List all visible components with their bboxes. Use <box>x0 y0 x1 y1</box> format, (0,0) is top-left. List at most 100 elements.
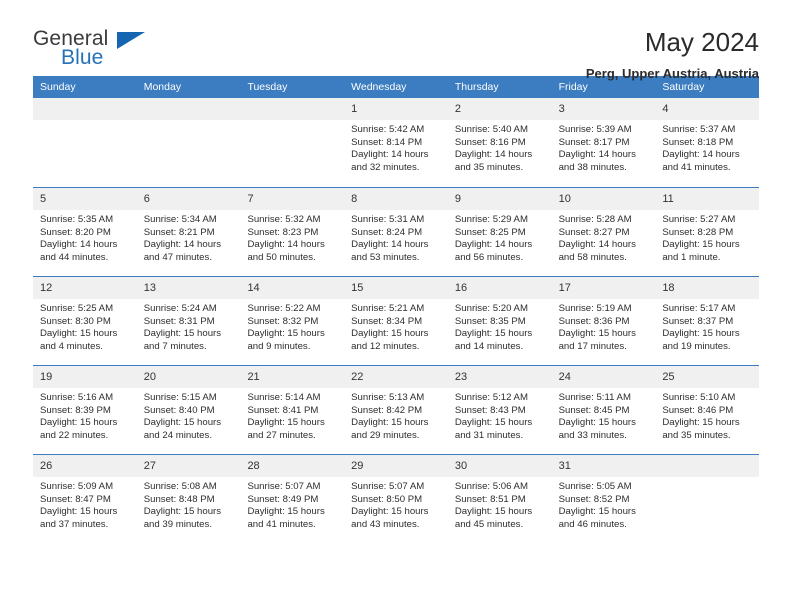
day-number-13: 13 <box>136 277 241 299</box>
day-cell-empty <box>240 98 345 187</box>
day-cell-13[interactable]: 13 Sunrise: 5:24 AM Sunset: 8:31 PM Dayl… <box>136 277 241 365</box>
day-info: Sunrise: 5:10 AM Sunset: 8:46 PM Dayligh… <box>655 388 759 442</box>
day-cell-30[interactable]: 30 Sunrise: 5:06 AM Sunset: 8:51 PM Dayl… <box>447 455 552 543</box>
daylight-text-line2: and 39 minutes. <box>143 518 212 530</box>
day-cell-19[interactable]: 19 Sunrise: 5:16 AM Sunset: 8:39 PM Dayl… <box>33 366 137 454</box>
daylight-text-line1: Daylight: 14 hours <box>662 149 740 161</box>
day-info: Sunrise: 5:34 AM Sunset: 8:21 PM Dayligh… <box>137 210 241 264</box>
day-cell-4[interactable]: 4 Sunrise: 5:37 AM Sunset: 8:18 PM Dayli… <box>655 98 760 187</box>
daylight-text-line1: Daylight: 14 hours <box>454 239 533 251</box>
day-info: Sunrise: 5:35 AM Sunset: 8:20 PM Dayligh… <box>33 210 137 264</box>
daylight-text-line2: and 46 minutes. <box>558 518 627 530</box>
daylight-text-line2: and 31 minutes. <box>454 429 524 441</box>
day-cell-17[interactable]: 17 Sunrise: 5:19 AM Sunset: 8:36 PM Dayl… <box>551 277 656 365</box>
weekday-monday: Monday <box>143 81 182 93</box>
day-info: Sunrise: 5:42 AM Sunset: 8:14 PM Dayligh… <box>344 120 448 174</box>
sunset-text: Sunset: 8:49 PM <box>247 493 319 505</box>
day-info: Sunrise: 5:37 AM Sunset: 8:18 PM Dayligh… <box>655 120 759 174</box>
daylight-text-line1: Daylight: 14 hours <box>558 149 636 161</box>
sunset-text: Sunset: 8:36 PM <box>558 315 630 327</box>
day-cell-22[interactable]: 22 Sunrise: 5:13 AM Sunset: 8:42 PM Dayl… <box>344 366 448 454</box>
day-number <box>655 455 760 477</box>
day-info: Sunrise: 5:31 AM Sunset: 8:24 PM Dayligh… <box>344 210 448 264</box>
day-number-28: 28 <box>240 455 345 477</box>
day-cell-2[interactable]: 2 Sunrise: 5:40 AM Sunset: 8:16 PM Dayli… <box>447 98 552 187</box>
week-row-4: 19 Sunrise: 5:16 AM Sunset: 8:39 PM Dayl… <box>33 365 760 454</box>
day-info: Sunrise: 5:27 AM Sunset: 8:28 PM Dayligh… <box>655 210 759 264</box>
day-cell-20[interactable]: 20 Sunrise: 5:15 AM Sunset: 8:40 PM Dayl… <box>136 366 241 454</box>
sunrise-text: Sunrise: 5:21 AM <box>351 303 425 314</box>
day-cell-31[interactable]: 31 Sunrise: 5:05 AM Sunset: 8:52 PM Dayl… <box>551 455 656 543</box>
sunrise-text: Sunrise: 5:29 AM <box>454 214 528 225</box>
sunrise-text: Sunrise: 5:14 AM <box>247 392 321 403</box>
sunrise-text: Sunrise: 5:39 AM <box>558 124 632 135</box>
sunset-text: Sunset: 8:24 PM <box>351 226 423 238</box>
daylight-text-line2: and 38 minutes. <box>558 161 627 173</box>
day-number-25: 25 <box>655 366 760 388</box>
day-cell-11[interactable]: 11 Sunrise: 5:27 AM Sunset: 8:28 PM Dayl… <box>655 188 760 276</box>
sunset-text: Sunset: 8:40 PM <box>143 404 215 416</box>
sunset-text: Sunset: 8:18 PM <box>662 136 734 148</box>
week-row-3: 12 Sunrise: 5:25 AM Sunset: 8:30 PM Dayl… <box>33 276 760 365</box>
day-info: Sunrise: 5:09 AM Sunset: 8:47 PM Dayligh… <box>33 477 137 531</box>
sunrise-text: Sunrise: 5:17 AM <box>662 303 736 314</box>
day-info: Sunrise: 5:12 AM Sunset: 8:43 PM Dayligh… <box>448 388 552 442</box>
sunrise-text: Sunrise: 5:10 AM <box>662 392 736 403</box>
day-cell-21[interactable]: 21 Sunrise: 5:14 AM Sunset: 8:41 PM Dayl… <box>240 366 345 454</box>
day-cell-5[interactable]: 5 Sunrise: 5:35 AM Sunset: 8:20 PM Dayli… <box>33 188 137 276</box>
daylight-text-line1: Daylight: 14 hours <box>351 149 429 161</box>
sunrise-text: Sunrise: 5:31 AM <box>351 214 425 225</box>
day-cell-27[interactable]: 27 Sunrise: 5:08 AM Sunset: 8:48 PM Dayl… <box>136 455 241 543</box>
day-cell-26[interactable]: 26 Sunrise: 5:09 AM Sunset: 8:47 PM Dayl… <box>33 455 137 543</box>
sunset-text: Sunset: 8:47 PM <box>40 493 111 505</box>
day-cell-28[interactable]: 28 Sunrise: 5:07 AM Sunset: 8:49 PM Dayl… <box>240 455 345 543</box>
daylight-text-line2: and 1 minute. <box>662 251 721 263</box>
day-number-30: 30 <box>447 455 552 477</box>
day-cell-10[interactable]: 10 Sunrise: 5:28 AM Sunset: 8:27 PM Dayl… <box>551 188 656 276</box>
daylight-text-line2: and 32 minutes. <box>351 161 420 173</box>
daylight-text-line1: Daylight: 15 hours <box>558 506 636 518</box>
day-cell-29[interactable]: 29 Sunrise: 5:07 AM Sunset: 8:50 PM Dayl… <box>344 455 448 543</box>
day-cell-16[interactable]: 16 Sunrise: 5:20 AM Sunset: 8:35 PM Dayl… <box>447 277 552 365</box>
day-cell-7[interactable]: 7 Sunrise: 5:32 AM Sunset: 8:23 PM Dayli… <box>240 188 345 276</box>
daylight-text-line2: and 53 minutes. <box>351 251 420 263</box>
day-cell-14[interactable]: 14 Sunrise: 5:22 AM Sunset: 8:32 PM Dayl… <box>240 277 345 365</box>
daylight-text-line1: Daylight: 15 hours <box>558 328 636 340</box>
day-number-21: 21 <box>240 366 345 388</box>
day-number-10: 10 <box>551 188 656 210</box>
day-number <box>136 98 241 120</box>
daylight-text-line2: and 9 minutes. <box>247 340 311 352</box>
day-cell-18[interactable]: 18 Sunrise: 5:17 AM Sunset: 8:37 PM Dayl… <box>655 277 760 365</box>
day-cell-3[interactable]: 3 Sunrise: 5:39 AM Sunset: 8:17 PM Dayli… <box>551 98 656 187</box>
day-cell-15[interactable]: 15 Sunrise: 5:21 AM Sunset: 8:34 PM Dayl… <box>344 277 448 365</box>
day-cell-12[interactable]: 12 Sunrise: 5:25 AM Sunset: 8:30 PM Dayl… <box>33 277 137 365</box>
day-info: Sunrise: 5:16 AM Sunset: 8:39 PM Dayligh… <box>33 388 137 442</box>
daylight-text-line1: Daylight: 14 hours <box>247 239 325 251</box>
day-cell-8[interactable]: 8 Sunrise: 5:31 AM Sunset: 8:24 PM Dayli… <box>344 188 448 276</box>
sunrise-text: Sunrise: 5:09 AM <box>40 481 114 492</box>
day-cell-1[interactable]: 1 Sunrise: 5:42 AM Sunset: 8:14 PM Dayli… <box>344 98 448 187</box>
daylight-text-line1: Daylight: 15 hours <box>351 417 429 429</box>
daylight-text-line1: Daylight: 14 hours <box>351 239 429 251</box>
daylight-text-line1: Daylight: 15 hours <box>247 417 325 429</box>
weekday-sunday: Sunday <box>40 81 76 93</box>
daylight-text-line1: Daylight: 15 hours <box>662 328 740 340</box>
day-cell-23[interactable]: 23 Sunrise: 5:12 AM Sunset: 8:43 PM Dayl… <box>447 366 552 454</box>
sunset-text: Sunset: 8:52 PM <box>558 493 630 505</box>
day-info: Sunrise: 5:07 AM Sunset: 8:49 PM Dayligh… <box>240 477 344 531</box>
sunset-text: Sunset: 8:51 PM <box>454 493 526 505</box>
day-cell-25[interactable]: 25 Sunrise: 5:10 AM Sunset: 8:46 PM Dayl… <box>655 366 760 454</box>
daylight-text-line2: and 19 minutes. <box>662 340 731 352</box>
daylight-text-line2: and 24 minutes. <box>143 429 212 441</box>
day-cell-empty <box>655 455 760 543</box>
day-cell-24[interactable]: 24 Sunrise: 5:11 AM Sunset: 8:45 PM Dayl… <box>551 366 656 454</box>
day-cell-9[interactable]: 9 Sunrise: 5:29 AM Sunset: 8:25 PM Dayli… <box>447 188 552 276</box>
weekday-saturday: Saturday <box>662 81 705 93</box>
daylight-text-line2: and 14 minutes. <box>454 340 524 352</box>
sunset-text: Sunset: 8:34 PM <box>351 315 423 327</box>
day-cell-6[interactable]: 6 Sunrise: 5:34 AM Sunset: 8:21 PM Dayli… <box>136 188 241 276</box>
general-blue-logo[interactable]: General Blue <box>33 28 153 74</box>
daylight-text-line1: Daylight: 14 hours <box>143 239 222 251</box>
weekday-thursday: Thursday <box>454 81 499 93</box>
day-number-29: 29 <box>344 455 448 477</box>
